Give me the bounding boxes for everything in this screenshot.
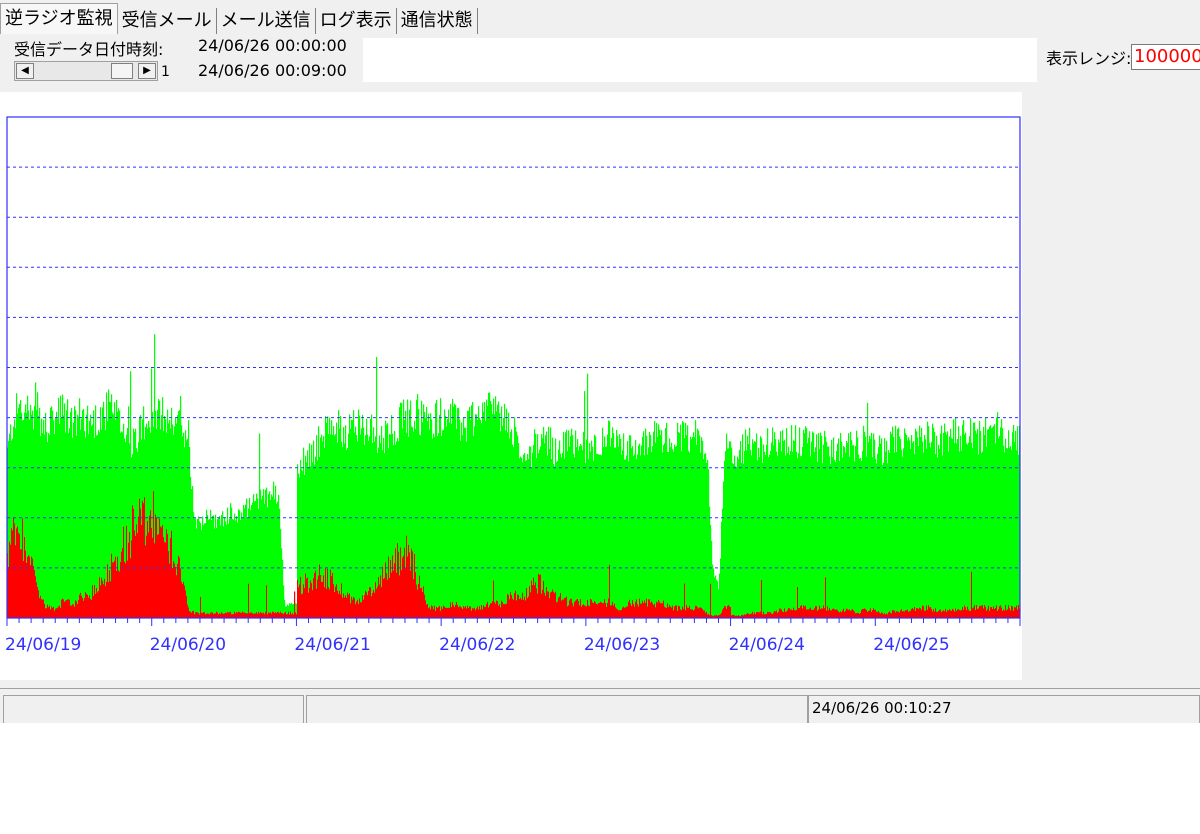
tab-log-view[interactable]: ログ表示 bbox=[315, 8, 397, 34]
monitor-chart: 24/06/19 24/06/20 24/06/21 24/06/22 24/06/23… bbox=[5, 116, 1021, 655]
x-tick-label: 24/06/22 bbox=[439, 635, 515, 655]
status-pane-2 bbox=[306, 695, 808, 723]
start-time-value: 24/06/26 00:00:00 bbox=[198, 36, 347, 55]
scroll-left-button[interactable]: ◀ bbox=[16, 63, 34, 79]
display-range-input[interactable]: 100000 bbox=[1131, 44, 1200, 70]
status-bar: 24/06/26 00:10:27 bbox=[0, 688, 1200, 723]
x-tick-label: 24/06/20 bbox=[150, 635, 226, 655]
scroll-thumb[interactable] bbox=[111, 63, 133, 79]
x-tick-label: 24/06/21 bbox=[294, 635, 370, 655]
tab-received-mail[interactable]: 受信メール bbox=[117, 8, 217, 34]
scroll-right-button[interactable]: ▶ bbox=[138, 63, 156, 79]
received-datetime-label: 受信データ日付時刻: bbox=[14, 40, 164, 59]
status-clock: 24/06/26 00:10:27 bbox=[808, 695, 1200, 723]
x-tick-label: 24/06/25 bbox=[873, 635, 949, 655]
monitor-chart-area: 24/06/19 24/06/20 24/06/21 24/06/22 24/06/23… bbox=[0, 92, 1022, 680]
x-tick-label: 24/06/23 bbox=[584, 635, 660, 655]
x-tick-label: 24/06/24 bbox=[729, 635, 805, 655]
tab-send-mail[interactable]: メール送信 bbox=[216, 8, 316, 34]
tab-reverse-radio-monitor[interactable]: 逆ラジオ監視 bbox=[0, 3, 118, 34]
tab-communication-status[interactable]: 通信状態 bbox=[396, 8, 478, 34]
display-range-label: 表示レンジ: bbox=[1046, 49, 1132, 68]
end-time-value: 24/06/26 00:09:00 bbox=[198, 61, 347, 80]
app-window: 逆ラジオ監視 受信メール メール送信 ログ表示 通信状態 受信データ日付時刻: … bbox=[0, 0, 1200, 723]
info-panel bbox=[363, 38, 1037, 82]
time-scrollbar[interactable]: ◀ ▶ bbox=[14, 61, 158, 81]
scroll-value: 1 bbox=[161, 64, 170, 80]
x-tick-label: 24/06/19 bbox=[5, 635, 81, 655]
status-pane-1 bbox=[3, 695, 304, 723]
tab-strip: 逆ラジオ監視 受信メール メール送信 ログ表示 通信状態 bbox=[0, 3, 478, 34]
